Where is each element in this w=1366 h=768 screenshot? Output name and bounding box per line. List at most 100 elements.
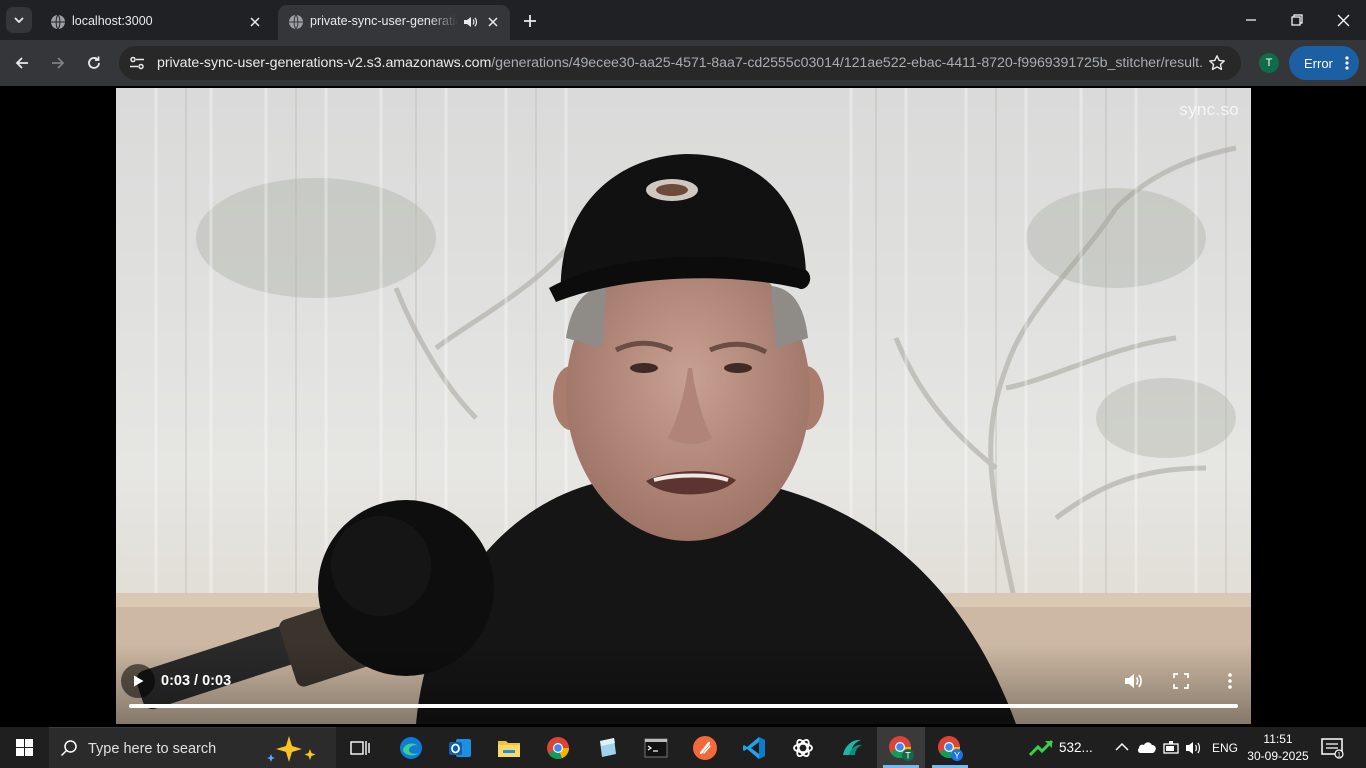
restore-button[interactable]: [1274, 0, 1320, 40]
edge-icon: [400, 736, 422, 759]
video-frame: [116, 88, 1251, 724]
minimize-icon: [1246, 19, 1256, 21]
windsurf-icon: [843, 739, 862, 755]
chrome-profile-t-icon: T: [889, 735, 914, 761]
taskbar: Type here to search T Y 532... ENG 11:51…: [0, 727, 1366, 768]
url-path: /generations/49ecee30-aa25-4571-8aa7-cd2…: [491, 55, 1202, 71]
controls-gradient: [116, 644, 1251, 724]
edge-button[interactable]: [387, 727, 435, 768]
profile-avatar[interactable]: T: [1259, 53, 1279, 73]
outlook-icon: [449, 738, 471, 757]
reload-button[interactable]: [79, 48, 109, 78]
windsurf-button[interactable]: [828, 727, 876, 768]
close-icon: [488, 17, 498, 27]
notification-icon[interactable]: 1: [1320, 737, 1344, 759]
battery-icon[interactable]: [1161, 740, 1181, 756]
svg-text:T: T: [905, 750, 911, 760]
app-icon: [693, 735, 717, 760]
arrow-left-icon: [15, 57, 28, 69]
speaker-icon[interactable]: [462, 14, 478, 30]
minimize-button[interactable]: [1228, 0, 1274, 40]
app-button[interactable]: [681, 727, 729, 768]
sparkle-icon: [267, 736, 316, 762]
tab-search-button[interactable]: [6, 7, 32, 33]
tab-video[interactable]: private-sync-user-generations-v2.s3.amaz…: [278, 5, 510, 40]
svg-text:Y: Y: [954, 750, 960, 760]
task-view-button[interactable]: [336, 727, 384, 768]
bookmark-star-icon[interactable]: [1208, 54, 1226, 72]
time-display: 0:03 / 0:03: [161, 673, 232, 689]
onedrive-icon[interactable]: [1137, 740, 1157, 754]
file-explorer-button[interactable]: [485, 727, 533, 768]
kebab-menu-icon: [1228, 673, 1232, 689]
fullscreen-button[interactable]: [1168, 668, 1194, 694]
chatgpt-icon: [793, 738, 813, 757]
tab-strip: localhost:3000 private-sync-user-generat…: [0, 0, 1366, 40]
url-host: private-sync-user-generations-v2.s3.amaz…: [157, 55, 492, 71]
chatgpt-button[interactable]: [779, 727, 827, 768]
tab-close-button[interactable]: [246, 13, 264, 31]
volume-button[interactable]: [1120, 668, 1146, 694]
restore-icon: [1291, 14, 1303, 26]
kebab-menu-icon: [1345, 56, 1349, 70]
chrome-button[interactable]: [534, 727, 582, 768]
stock-chart-icon[interactable]: [1029, 739, 1053, 757]
forward-button[interactable]: [43, 48, 73, 78]
notepad-button[interactable]: [583, 727, 631, 768]
video-watermark: sync.so: [1179, 100, 1239, 119]
terminal-icon: [644, 738, 668, 757]
tab-localhost[interactable]: localhost:3000: [40, 5, 272, 40]
taskbar-search[interactable]: Type here to search: [49, 727, 336, 768]
video-player[interactable]: sync.so 0:03 / 0:03: [116, 88, 1251, 724]
tab-title: localhost:3000: [72, 14, 153, 28]
start-button[interactable]: [0, 727, 48, 768]
vscode-button[interactable]: [730, 727, 778, 768]
globe-icon: [289, 14, 303, 30]
page-viewport: sync.so 0:03 / 0:03: [0, 86, 1366, 727]
error-menu-button[interactable]: Error: [1289, 46, 1359, 80]
new-tab-button[interactable]: [520, 11, 540, 31]
error-label: Error: [1304, 55, 1333, 71]
address-bar[interactable]: private-sync-user-generations-v2.s3.amaz…: [119, 46, 1241, 80]
chevron-down-icon: [14, 17, 24, 23]
clock-date: 30-09-2025: [1247, 749, 1309, 763]
stock-value[interactable]: 532...: [1059, 740, 1093, 755]
back-button[interactable]: [7, 48, 37, 78]
plus-icon: [524, 15, 536, 27]
tab-title: private-sync-user-generations-v2.s3.amaz…: [310, 14, 458, 28]
browser-toolbar: private-sync-user-generations-v2.s3.amaz…: [0, 40, 1366, 86]
chrome-icon: [547, 736, 569, 759]
notepad-icon: [600, 737, 616, 757]
outlook-button[interactable]: [436, 727, 484, 768]
search-icon: [60, 740, 77, 757]
chevron-up-icon[interactable]: [1115, 742, 1129, 752]
volume-icon[interactable]: [1185, 740, 1203, 756]
search-placeholder: Type here to search: [88, 741, 217, 757]
chrome-profile-t-button[interactable]: T: [877, 727, 925, 768]
close-icon: [250, 17, 260, 27]
site-settings-icon[interactable]: [128, 54, 146, 72]
terminal-button[interactable]: [632, 727, 680, 768]
windows-logo-icon: [15, 739, 33, 756]
chrome-profile-y-icon: Y: [938, 735, 963, 761]
close-icon: [1337, 14, 1349, 26]
volume-icon: [1125, 674, 1142, 688]
tab-close-button[interactable]: [484, 13, 502, 31]
seek-bar[interactable]: [129, 704, 1238, 708]
task-view-icon: [350, 740, 370, 755]
seek-bar-progress: [129, 704, 1238, 708]
clock-time: 11:51: [1263, 732, 1293, 746]
close-window-button[interactable]: [1320, 0, 1366, 40]
file-explorer-icon: [498, 740, 520, 757]
language-indicator[interactable]: ENG: [1212, 741, 1238, 755]
clock[interactable]: 11:51 30-09-2025: [1243, 731, 1313, 765]
globe-icon: [51, 14, 65, 30]
svg-text:1: 1: [1337, 752, 1341, 759]
arrow-right-icon: [52, 57, 65, 69]
chrome-profile-y-button[interactable]: Y: [926, 727, 974, 768]
play-button[interactable]: [121, 664, 155, 698]
more-options-button[interactable]: [1217, 668, 1243, 694]
vscode-icon: [743, 736, 765, 759]
url-text[interactable]: private-sync-user-generations-v2.s3.amaz…: [157, 55, 1202, 71]
reload-icon: [88, 56, 100, 69]
